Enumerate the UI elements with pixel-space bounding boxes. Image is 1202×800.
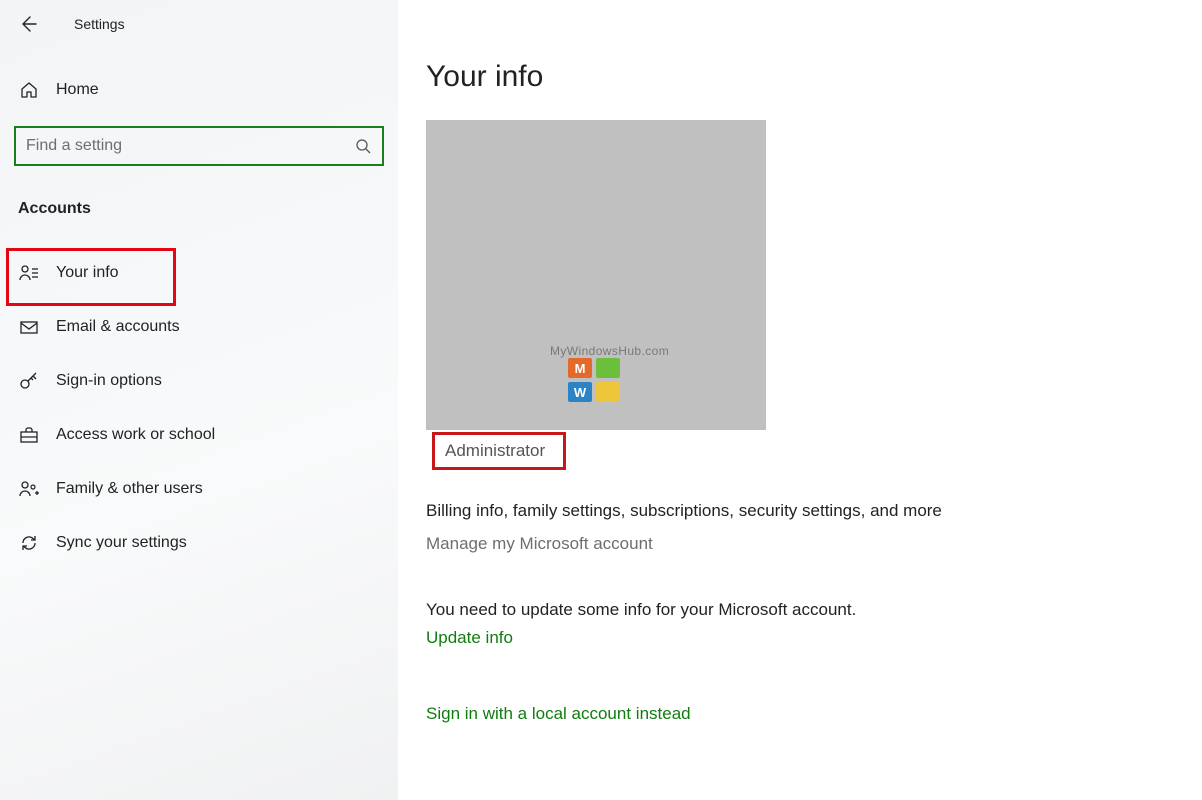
- briefcase-icon: [18, 425, 40, 445]
- home-icon: [18, 80, 40, 100]
- nav-sign-in-options[interactable]: Sign-in options: [0, 354, 398, 408]
- watermark-tile: [596, 382, 620, 402]
- nav-label: Family & other users: [56, 480, 203, 498]
- home-label: Home: [56, 81, 99, 99]
- nav-family-users[interactable]: Family & other users: [0, 462, 398, 516]
- nav-email-accounts[interactable]: Email & accounts: [0, 300, 398, 354]
- nav-list: Your info Email & accounts Sign-in optio…: [0, 246, 398, 570]
- account-role-highlight: Administrator: [432, 432, 566, 470]
- profile-picture-placeholder: MyWindowsHub.com M W: [426, 120, 766, 430]
- main-content: Your info MyWindowsHub.com M W Administr…: [398, 0, 1202, 800]
- account-role: Administrator: [445, 441, 545, 460]
- search-icon: [354, 137, 372, 155]
- watermark-logo: M W: [568, 358, 624, 414]
- watermark-tile: M: [568, 358, 592, 378]
- home-nav[interactable]: Home: [0, 66, 398, 114]
- local-account-link[interactable]: Sign in with a local account instead: [426, 704, 1202, 724]
- mail-icon: [18, 317, 40, 337]
- nav-access-work-school[interactable]: Access work or school: [0, 408, 398, 462]
- back-button[interactable]: [16, 12, 40, 36]
- nav-label: Access work or school: [56, 426, 215, 444]
- sidebar: Settings Home Accounts Your info Email &…: [0, 0, 398, 800]
- sync-icon: [18, 533, 40, 553]
- watermark-tile: [596, 358, 620, 378]
- update-info-message: You need to update some info for your Mi…: [426, 600, 1202, 620]
- search-input[interactable]: [26, 137, 354, 155]
- app-title: Settings: [74, 16, 125, 32]
- billing-description: Billing info, family settings, subscript…: [426, 498, 966, 524]
- nav-your-info[interactable]: Your info: [0, 246, 398, 300]
- watermark-text: MyWindowsHub.com: [550, 344, 669, 358]
- section-title: Accounts: [0, 200, 398, 218]
- nav-label: Your info: [56, 264, 119, 282]
- page-title: Your info: [426, 60, 1202, 94]
- watermark-tile: W: [568, 382, 592, 402]
- manage-account-link[interactable]: Manage my Microsoft account: [426, 534, 1202, 554]
- nav-label: Sync your settings: [56, 534, 187, 552]
- nav-label: Email & accounts: [56, 318, 180, 336]
- person-badge-icon: [18, 263, 40, 283]
- update-info-link[interactable]: Update info: [426, 628, 1202, 648]
- window-header: Settings: [0, 0, 398, 48]
- search-box[interactable]: [14, 126, 384, 166]
- nav-label: Sign-in options: [56, 372, 162, 390]
- arrow-left-icon: [18, 14, 38, 34]
- people-plus-icon: [18, 479, 40, 499]
- nav-sync-settings[interactable]: Sync your settings: [0, 516, 398, 570]
- key-icon: [18, 371, 40, 391]
